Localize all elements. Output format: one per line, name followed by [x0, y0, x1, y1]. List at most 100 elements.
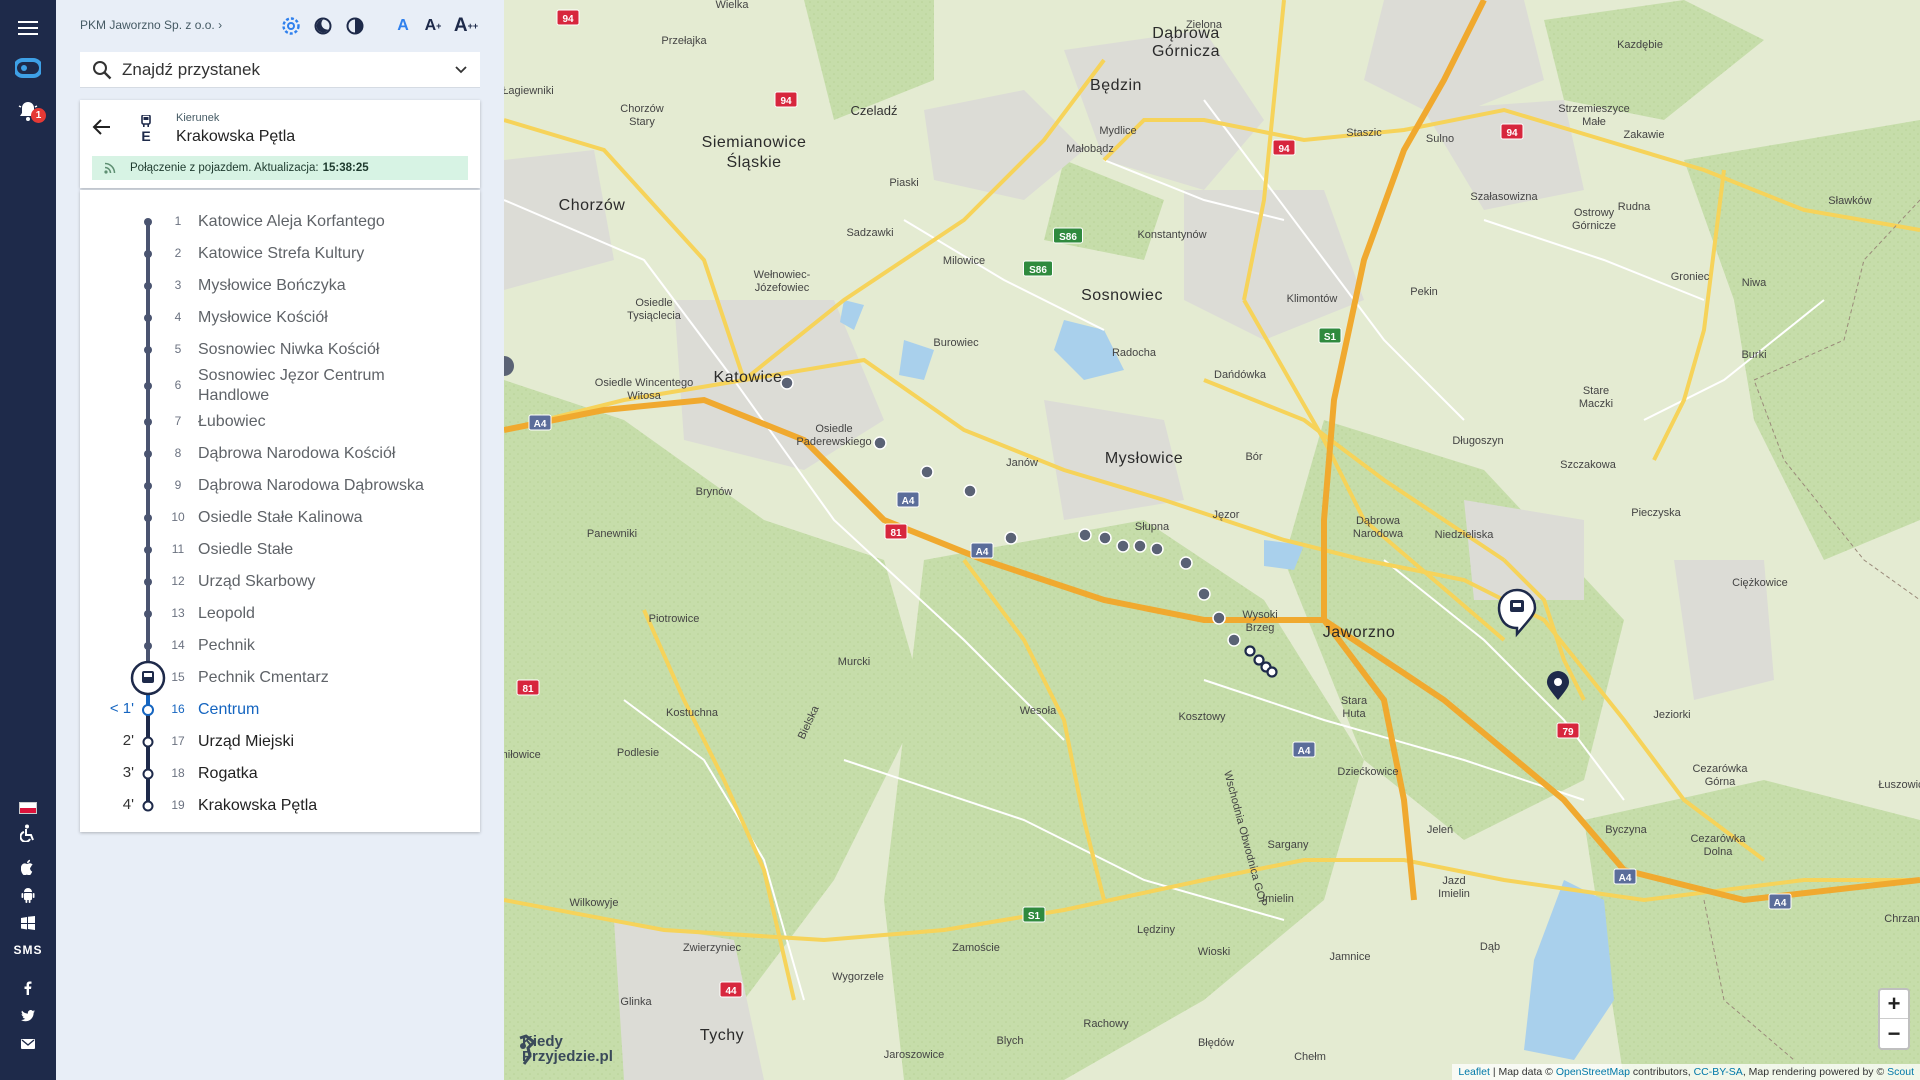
osm-link[interactable]: OpenStreetMap: [1556, 1066, 1630, 1078]
stop-row[interactable]: 11 Osiedle Stałe: [80, 540, 480, 560]
map-stop[interactable]: [1078, 528, 1092, 542]
stop-number: 6: [174, 378, 182, 392]
kiedyprzyjedzie-logo[interactable]: Kiedy Przyjedzie.pl: [516, 1034, 613, 1065]
place-label-szalasowizna: Szałasowizna: [1470, 191, 1538, 203]
zoom-in-button[interactable]: +: [1880, 990, 1908, 1019]
map[interactable]: Dąbrowa Górnicza Będzin Siemianowice Śląsk…: [504, 0, 1920, 1080]
place-label-janow: Janów: [1006, 457, 1038, 469]
map-stop[interactable]: [1266, 666, 1278, 678]
dark-mode-icon[interactable]: [312, 14, 334, 38]
search-input[interactable]: Znajdź przystanek: [122, 60, 454, 80]
menu-icon[interactable]: [0, 14, 56, 42]
place-label-bledow: Błędów: [1198, 1037, 1234, 1049]
stop-search[interactable]: Znajdź przystanek: [80, 52, 480, 88]
stop-row[interactable]: 10 Osiedle Stałe Kalinowa: [80, 508, 480, 528]
map-stop[interactable]: [1212, 611, 1226, 625]
map-stop[interactable]: [963, 484, 977, 498]
place-label-wilkowyje: Wilkowyje: [570, 897, 619, 909]
stop-row[interactable]: 4 Mysłowice Kościół: [80, 308, 480, 328]
stop-name[interactable]: Mysłowice Bończyka: [198, 276, 448, 296]
map-stop[interactable]: [873, 436, 887, 450]
accessibility-icon[interactable]: [0, 822, 56, 844]
map-stop[interactable]: [1244, 645, 1256, 657]
place-label-dandowka: Dańdówka: [1214, 369, 1267, 381]
stop-name[interactable]: Centrum: [198, 700, 448, 720]
stop-name[interactable]: Rogatka: [198, 764, 448, 784]
stop-row[interactable]: 9 Dąbrowa Narodowa Dąbrowska: [80, 476, 480, 496]
ccbysa-link[interactable]: CC-BY-SA: [1694, 1066, 1743, 1078]
scout-link[interactable]: Scout: [1887, 1066, 1914, 1078]
map-stop[interactable]: [1179, 556, 1193, 570]
stop-row[interactable]: 7 Łubowiec: [80, 412, 480, 432]
stop-name[interactable]: Łubowiec: [198, 412, 448, 432]
app-logo-icon[interactable]: [0, 54, 56, 82]
place-label-sadzawki: Sadzawki: [846, 227, 893, 239]
back-arrow-icon[interactable]: [92, 118, 112, 141]
language-flag-pl[interactable]: [0, 800, 56, 816]
stop-row[interactable]: 2 Katowice Strefa Kultury: [80, 244, 480, 264]
stop-name[interactable]: Urząd Miejski: [198, 732, 448, 752]
stop-row[interactable]: 12 Urząd Skarbowy: [80, 572, 480, 592]
stop-name[interactable]: Sosnowiec Niwka Kościół: [198, 340, 448, 360]
stop-name[interactable]: Osiedle Stałe Kalinowa: [198, 508, 448, 528]
map-canvas[interactable]: Dąbrowa Górnicza Będzin Siemianowice Śląsk…: [504, 0, 1920, 1080]
map-stop[interactable]: [1227, 633, 1241, 647]
font-size-small-button[interactable]: A: [394, 14, 412, 38]
stop-row[interactable]: < 1' 16 Centrum: [80, 700, 480, 720]
map-stop[interactable]: [1004, 531, 1018, 545]
windows-icon[interactable]: [0, 912, 56, 934]
stop-row[interactable]: 15 Pechnik Cmentarz: [80, 668, 480, 688]
map-stop[interactable]: [1098, 531, 1112, 545]
contrast-icon[interactable]: [344, 14, 366, 38]
stop-row[interactable]: 3 Mysłowice Bończyka: [80, 276, 480, 296]
stop-number: 16: [171, 702, 185, 716]
map-stop[interactable]: [920, 465, 934, 479]
sms-button[interactable]: SMS: [0, 940, 56, 960]
stop-name[interactable]: Leopold: [198, 604, 448, 624]
stop-row[interactable]: 3' 18 Rogatka: [80, 764, 480, 784]
apple-icon[interactable]: [0, 856, 56, 878]
stop-name[interactable]: Pechnik Cmentarz: [198, 668, 448, 688]
direction-label: Kierunek: [176, 112, 220, 124]
stop-row[interactable]: 4' 19 Krakowska Pętla: [80, 796, 480, 816]
stop-name[interactable]: Katowice Strefa Kultury: [198, 244, 448, 264]
stop-name[interactable]: Urząd Skarbowy: [198, 572, 448, 592]
place-label-zamoscie: Zamoście: [952, 942, 1000, 954]
stop-name[interactable]: Osiedle Stałe: [198, 540, 448, 560]
stop-name[interactable]: Mysłowice Kościół: [198, 308, 448, 328]
stop-name[interactable]: Krakowska Pętla: [198, 796, 448, 816]
road-shield-r79: 79: [1556, 722, 1580, 739]
stop-row[interactable]: 6 Sosnowiec Jęzor Centrum Handlowe: [80, 367, 480, 404]
stop-name[interactable]: Pechnik: [198, 636, 448, 656]
stop-name[interactable]: Dąbrowa Narodowa Kościół: [198, 444, 448, 464]
stop-row[interactable]: 2' 17 Urząd Miejski: [80, 732, 480, 752]
chevron-down-icon[interactable]: [454, 65, 468, 75]
notifications-icon[interactable]: 1: [0, 96, 56, 126]
font-size-large-button[interactable]: A ++: [452, 14, 480, 38]
stop-name[interactable]: Sosnowiec Jęzor Centrum Handlowe: [198, 366, 448, 406]
zoom-out-button[interactable]: −: [1880, 1019, 1908, 1048]
stop-row[interactable]: 1 Katowice Aleja Korfantego: [80, 212, 480, 232]
settings-gear-icon[interactable]: [280, 14, 302, 38]
stop-row[interactable]: 5 Sosnowiec Niwka Kościół: [80, 340, 480, 360]
svg-text:44: 44: [725, 986, 737, 997]
facebook-icon[interactable]: [0, 978, 56, 998]
leaflet-link[interactable]: Leaflet: [1458, 1066, 1490, 1078]
side-panel: PKM Jaworzno Sp. z o.o. › A A + A ++ Znajd…: [56, 0, 504, 1080]
mail-icon[interactable]: [0, 1034, 56, 1054]
map-stop[interactable]: [1116, 539, 1130, 553]
stop-row[interactable]: 14 Pechnik: [80, 636, 480, 656]
map-stop[interactable]: [1197, 587, 1211, 601]
stop-name[interactable]: Katowice Aleja Korfantego: [198, 212, 448, 232]
agency-selector[interactable]: PKM Jaworzno Sp. z o.o. ›: [80, 18, 222, 32]
place-label-burki: Burki: [1741, 349, 1766, 361]
map-stop[interactable]: [1133, 539, 1147, 553]
stop-row[interactable]: 13 Leopold: [80, 604, 480, 624]
stop-row[interactable]: 8 Dąbrowa Narodowa Kościół: [80, 444, 480, 464]
map-stop[interactable]: [1150, 542, 1164, 556]
map-stop[interactable]: [780, 376, 794, 390]
twitter-icon[interactable]: [0, 1006, 56, 1026]
font-size-medium-button[interactable]: A +: [422, 14, 444, 38]
android-icon[interactable]: [0, 884, 56, 906]
stop-name[interactable]: Dąbrowa Narodowa Dąbrowska: [198, 476, 448, 496]
